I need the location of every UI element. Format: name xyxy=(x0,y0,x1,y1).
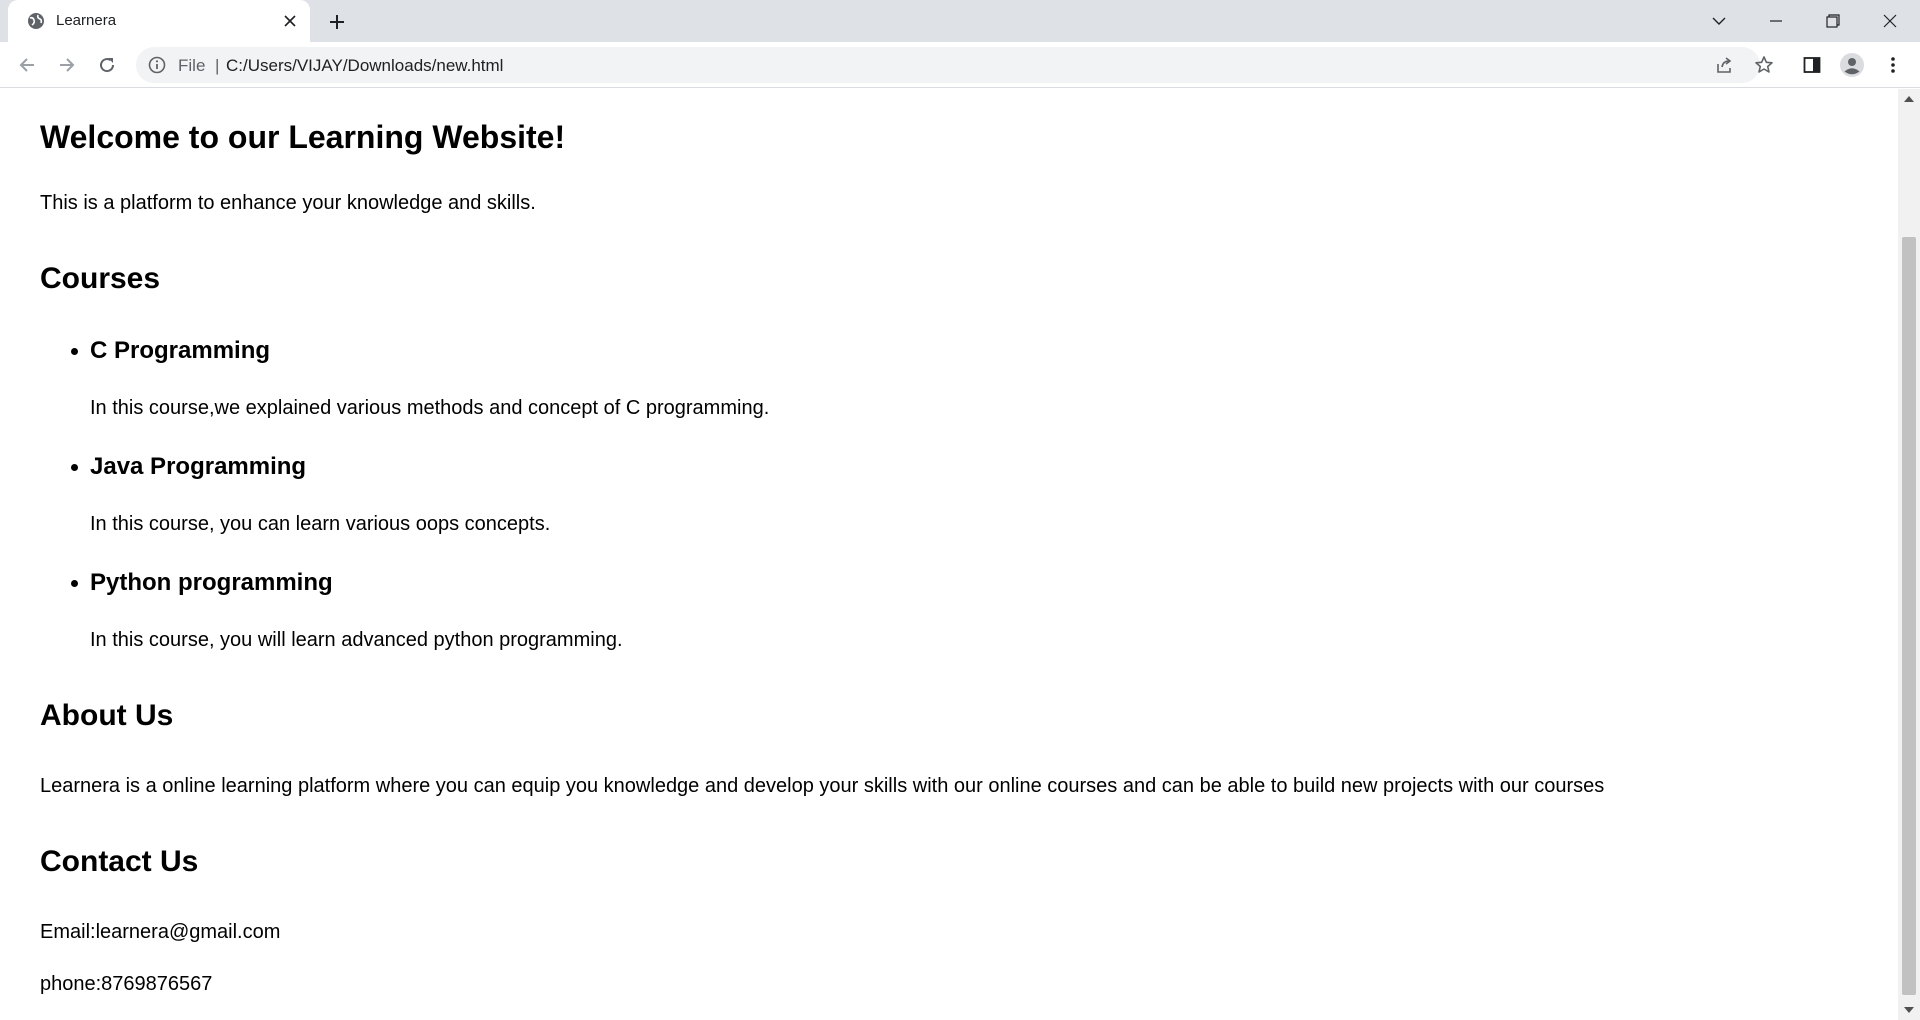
address-bar[interactable]: File | C:/Users/VIJAY/Downloads/new.html xyxy=(136,47,1773,83)
share-icon[interactable] xyxy=(1713,54,1735,76)
profile-icon[interactable] xyxy=(1837,50,1867,80)
course-description: In this course, you will learn advanced … xyxy=(90,629,623,651)
scrollbar-thumb[interactable] xyxy=(1902,237,1916,995)
chevron-down-icon[interactable] xyxy=(1704,6,1734,36)
contact-heading: Contact Us xyxy=(40,845,199,878)
close-icon[interactable] xyxy=(280,11,300,31)
reload-icon[interactable] xyxy=(92,50,122,80)
tab-title: Learnera xyxy=(56,12,117,29)
restore-icon[interactable] xyxy=(1818,6,1848,36)
course-title: C Programming xyxy=(90,337,271,364)
course-description: In this course,we explained various meth… xyxy=(90,397,770,419)
window-close-icon[interactable] xyxy=(1875,6,1905,36)
bullet-icon xyxy=(71,580,78,587)
plus-icon[interactable] xyxy=(324,9,350,35)
about-heading: About Us xyxy=(40,699,174,732)
arrow-right-icon[interactable] xyxy=(52,50,82,80)
url-text[interactable]: C:/Users/VIJAY/Downloads/new.html xyxy=(226,56,503,76)
star-icon[interactable] xyxy=(1753,54,1775,76)
courses-heading: Courses xyxy=(40,262,161,295)
about-text: Learnera is a online learning platform w… xyxy=(40,775,1605,797)
contact-phone: phone:8769876567 xyxy=(40,973,213,995)
page-viewport: Welcome to our Learning Website! This is… xyxy=(0,89,1898,1020)
course-title: Python programming xyxy=(90,569,333,596)
arrow-left-icon[interactable] xyxy=(12,50,42,80)
browser-toolbar: File | C:/Users/VIJAY/Downloads/new.html xyxy=(0,42,1920,88)
bullet-icon xyxy=(71,348,78,355)
page-title: Welcome to our Learning Website! xyxy=(40,119,566,155)
scroll-up-arrow-icon[interactable] xyxy=(1898,89,1920,109)
tab-strip: Learnera xyxy=(0,0,1920,42)
kebab-menu-icon[interactable] xyxy=(1878,50,1908,80)
minimize-icon[interactable] xyxy=(1761,6,1791,36)
bullet-icon xyxy=(71,464,78,471)
vertical-scrollbar[interactable] xyxy=(1898,89,1920,1020)
url-scheme: File xyxy=(178,56,206,75)
scroll-down-arrow-icon[interactable] xyxy=(1898,1000,1920,1020)
url-separator: | xyxy=(215,56,220,75)
browser-tab[interactable]: Learnera xyxy=(8,0,310,42)
course-title: Java Programming xyxy=(90,453,307,480)
info-icon[interactable] xyxy=(148,56,166,74)
course-description: In this course, you can learn various oo… xyxy=(90,513,551,535)
contact-email: Email:learnera@gmail.com xyxy=(40,921,281,943)
side-panel-icon[interactable] xyxy=(1797,50,1827,80)
intro-text: This is a platform to enhance your knowl… xyxy=(40,192,536,214)
globe-icon xyxy=(26,11,46,31)
